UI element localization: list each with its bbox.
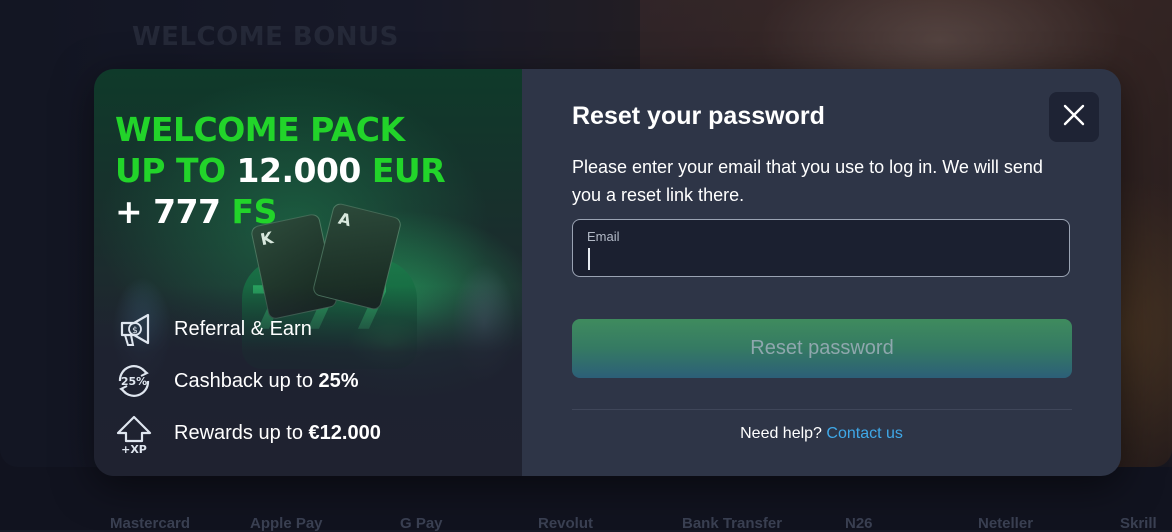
close-button[interactable]: [1049, 92, 1099, 142]
headline-free-spins-label: FS: [220, 192, 278, 231]
feature-referral: $ Referral & Earn: [114, 307, 494, 351]
payment-logo: Bank Transfer: [682, 515, 783, 532]
payment-logo: Apple Pay: [250, 515, 323, 532]
help-text: Need help?: [740, 425, 827, 442]
reset-password-modal: 7 7 7 K A WELCOME PACK UP TO 12.000 EUR …: [94, 69, 1121, 476]
payment-logo: G Pay: [400, 515, 443, 532]
svg-text:25%: 25%: [121, 375, 147, 388]
payment-logo: Neteller: [978, 515, 1034, 532]
feature-rewards: +XP Rewards up to €12.000: [114, 411, 494, 456]
divider: [572, 409, 1072, 410]
payment-logo: N26: [845, 515, 873, 532]
headline-line-3: + 777 FS: [115, 191, 445, 232]
headline-line-2: UP TO 12.000 EUR: [115, 150, 446, 191]
headline-free-spins-count: + 777: [115, 192, 221, 231]
payment-methods-strip: Mastercard Apple Pay G Pay Revolut Bank …: [110, 515, 1172, 532]
headline-line-1: WELCOME PACK: [115, 110, 405, 149]
svg-text:+XP: +XP: [121, 443, 147, 455]
payment-logo: Revolut: [538, 515, 594, 532]
payment-logo: Skrill: [1120, 515, 1157, 532]
feature-cashback: 25% Cashback up to 25%: [114, 359, 494, 403]
promo-headline: WELCOME PACK UP TO 12.000 EUR + 777 FS: [115, 109, 446, 232]
email-field-label: Email: [587, 229, 620, 244]
headline-amount: 12.000: [236, 151, 362, 190]
feature-rewards-label: Rewards up to €12.000: [174, 421, 381, 444]
close-icon: [1063, 104, 1085, 130]
headline-currency: EUR: [360, 151, 446, 190]
email-field[interactable]: Email: [572, 219, 1070, 277]
reset-password-button[interactable]: Reset password: [572, 319, 1072, 378]
payment-logo: Mastercard: [110, 515, 191, 532]
welcome-pack-promo: 7 7 7 K A WELCOME PACK UP TO 12.000 EUR …: [94, 69, 522, 476]
reset-password-panel: Reset your password Please enter your em…: [522, 69, 1121, 476]
modal-title: Reset your password: [572, 102, 825, 130]
text-caret: [588, 248, 590, 270]
email-input[interactable]: [586, 245, 1060, 271]
headline-prefix: UP TO: [115, 151, 237, 190]
feature-referral-label: Referral & Earn: [174, 317, 312, 340]
contact-us-link[interactable]: Contact us: [826, 425, 902, 442]
help-row: Need help? Contact us: [522, 425, 1121, 443]
xp-arrow-icon: +XP: [114, 411, 154, 456]
megaphone-icon: $: [114, 307, 154, 351]
cashback-25-icon: 25%: [114, 359, 154, 403]
feature-cashback-label: Cashback up to 25%: [174, 369, 359, 392]
svg-text:$: $: [132, 326, 138, 336]
modal-description: Please enter your email that you use to …: [572, 157, 1043, 205]
